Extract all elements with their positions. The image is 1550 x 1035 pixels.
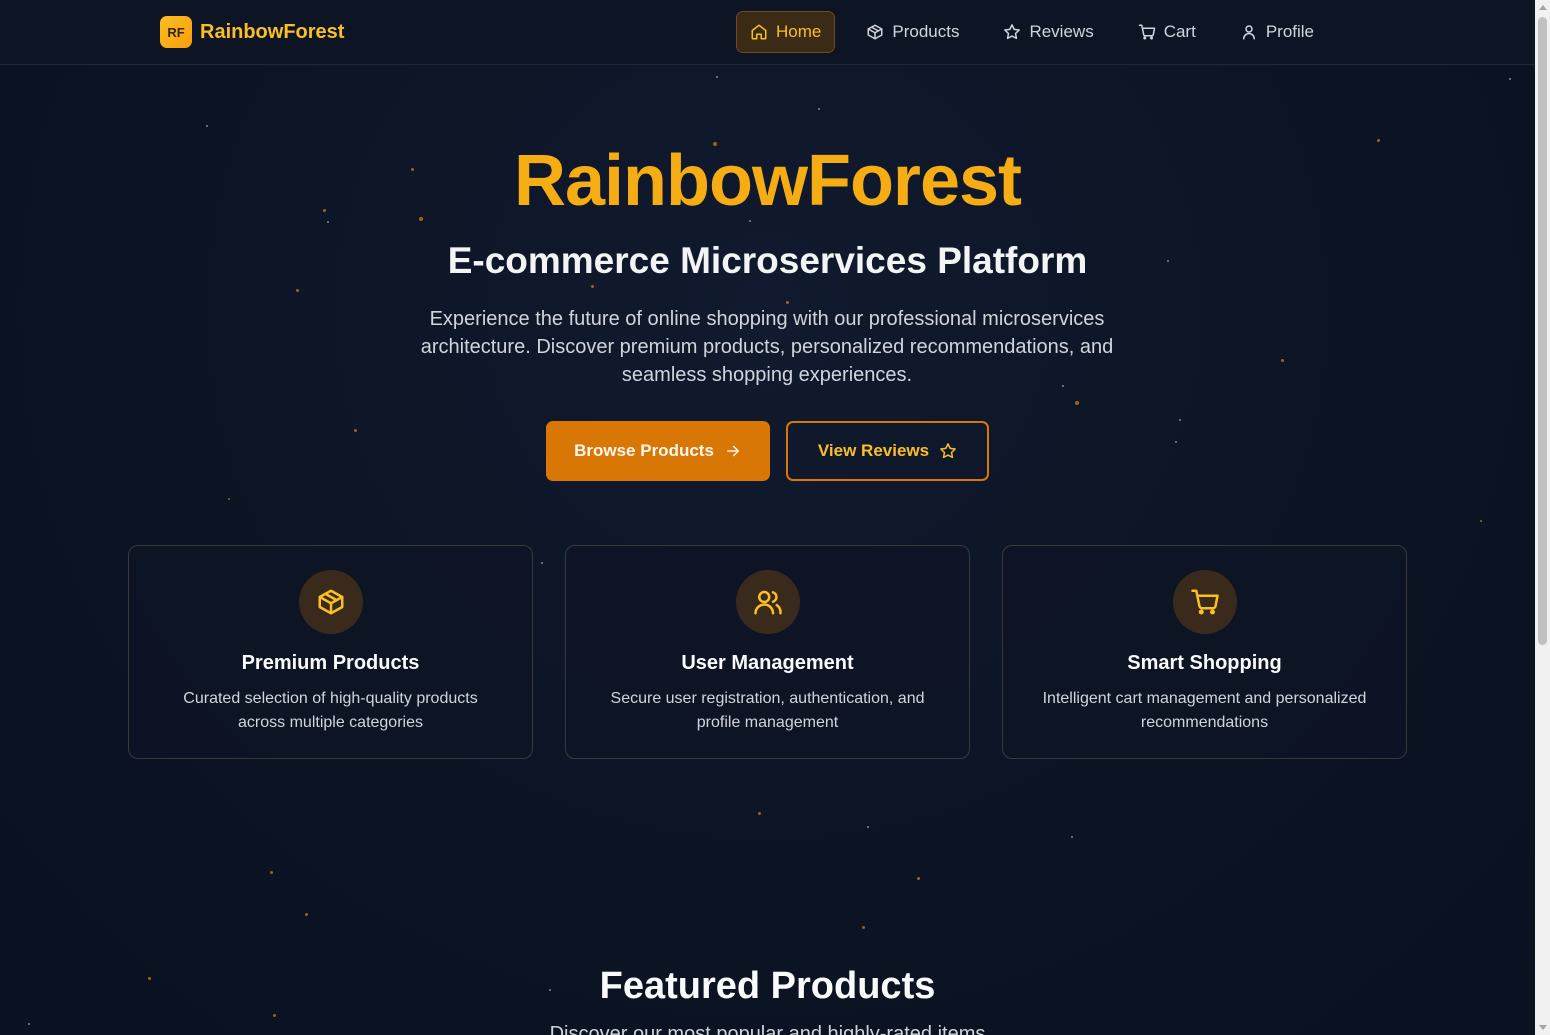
background-dot [1480,520,1482,522]
nav-item-label: Products [892,22,960,41]
card-title: Smart Shopping [1127,652,1282,674]
background-dot [1509,78,1511,80]
nav-item-label: Reviews [1029,22,1094,41]
logo-badge: RF [160,16,192,48]
background-dot [206,125,208,127]
star-icon [1004,24,1021,40]
background-dot [867,826,869,828]
background-dot [541,562,543,564]
scroll-down-arrow[interactable] [1535,1020,1550,1035]
page-background: RF RainbowForest Home Products Reviews C… [0,0,1535,1035]
card-icon-circle [1172,570,1237,634]
featured-products-subtitle: Discover our most popular and highly-rat… [549,1023,986,1035]
hero-description: Experience the future of online shopping… [420,308,1114,386]
browse-products-label: Browse Products [574,441,714,460]
card-text: Intelligent cart management and personal… [1042,690,1367,731]
star-icon [940,443,956,459]
background-dot [716,76,718,78]
cart-icon [1190,589,1219,615]
main-nav: Home Products Reviews Cart Profile [736,11,1345,53]
background-dot [296,289,299,292]
nav-item-reviews[interactable]: Reviews [990,11,1106,53]
users-icon [753,590,782,615]
nav-item-label: Home [776,22,822,41]
background-dot [591,285,594,288]
nav-item-products[interactable]: Products [853,11,972,53]
background-dot [1175,441,1177,443]
background-dot [228,498,230,500]
page-scrollbar[interactable] [1535,0,1550,1035]
navbar: RF RainbowForest Home Products Reviews C… [0,0,1535,65]
arrow-right-icon [726,445,739,457]
nav-item-profile[interactable]: Profile [1227,11,1327,53]
background-dot [354,429,357,432]
card-icon-circle [735,570,800,634]
background-dot [862,926,865,929]
background-dot [917,877,920,880]
user-icon [1242,25,1255,40]
hero-subtitle: E-commerce Microservices Platform [447,240,1088,281]
background-dot [758,812,761,815]
home-icon [751,24,767,40]
background-dot [786,301,789,304]
view-reviews-button[interactable]: View Reviews [786,421,989,481]
feature-card-user-management: User Management Secure user registration… [565,545,970,759]
nav-item-cart[interactable]: Cart [1125,11,1209,53]
background-dot [818,108,820,110]
card-icon-circle [298,570,363,634]
browse-products-button[interactable]: Browse Products [546,421,770,481]
package-icon [318,589,343,615]
scroll-thumb[interactable] [1538,17,1547,645]
hero-title: RainbowForest [513,141,1022,221]
package-icon [867,24,883,40]
background-dot [270,871,273,874]
view-reviews-label: View Reviews [817,441,930,460]
background-dot [273,1014,276,1017]
nav-item-label: Cart [1163,22,1196,41]
background-dot [1071,836,1073,838]
card-title: Premium Products [241,652,420,674]
background-dot [305,913,308,916]
brand-name: RainbowForest [200,20,345,43]
background-dot [1281,359,1284,362]
card-text: Secure user registration, authentication… [610,690,925,731]
feature-card-smart-shopping: Smart Shopping Intelligent cart manageme… [1002,545,1407,759]
nav-item-home[interactable]: Home [736,11,836,53]
card-title: User Management [681,652,854,674]
card-text: Curated selection of high-quality produc… [183,690,478,731]
background-dot [1179,419,1181,421]
cart-icon [1138,24,1155,40]
feature-card-premium-products: Premium Products Curated selection of hi… [128,545,533,759]
scroll-up-arrow[interactable] [1535,0,1550,15]
brand-logo[interactable]: RF RainbowForest [160,16,344,48]
nav-item-label: Profile [1265,22,1315,41]
featured-products-title: Featured Products [599,965,936,1007]
background-dot [1075,401,1079,405]
